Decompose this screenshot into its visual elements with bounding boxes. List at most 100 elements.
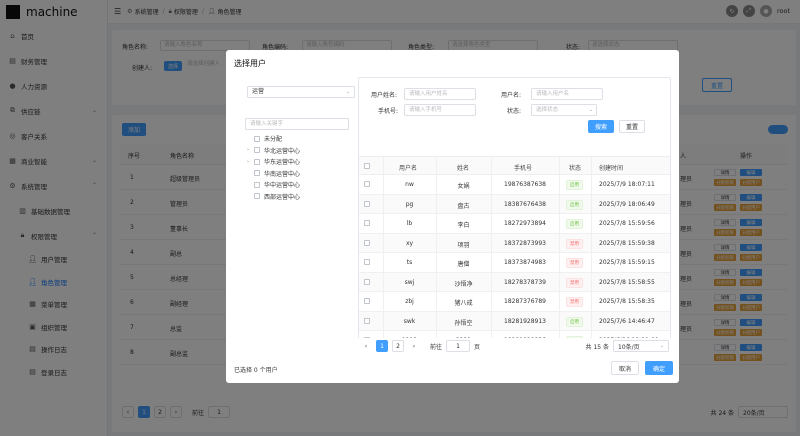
status-select[interactable]: 选择状态 ⌄ <box>531 104 597 116</box>
user-row[interactable]: nw 女娲 19876387638 启用 2025/7/9 18:07:11 <box>359 175 670 195</box>
user-row[interactable]: lb 李白 18272973894 启用 2025/7/8 15:59:56 <box>359 214 670 234</box>
row-checkbox[interactable] <box>364 298 370 304</box>
row-name: 唐僧 <box>457 261 470 268</box>
tree-node-label: 华南运营中心 <box>264 170 301 178</box>
row-checkbox[interactable] <box>364 278 370 285</box>
tree-checkbox[interactable] <box>254 135 260 142</box>
search-button[interactable]: 搜索 <box>588 120 614 133</box>
select-all-checkbox[interactable] <box>364 163 370 169</box>
status-placeholder: 选择状态 <box>536 107 559 113</box>
col-name: 姓名 <box>457 165 470 172</box>
confirm-button[interactable]: 确定 <box>645 361 673 375</box>
user-name-input[interactable]: 请输入用户姓名 <box>404 88 476 100</box>
page-size-select[interactable]: 10条/页 ⌄ <box>613 340 669 352</box>
row-username: lb <box>406 220 413 227</box>
tree-checkbox[interactable] <box>254 158 260 165</box>
user-row[interactable]: swk 孙悟空 18281928913 启用 2025/7/6 14:46:47 <box>359 311 670 331</box>
tree-node[interactable]: › 华北运营中心 <box>247 146 300 155</box>
row-checkbox[interactable] <box>364 181 370 187</box>
select-user-dialog: 选择用户 运营 ⌄ 请输入关键字 未分配 › 华北运营中心 › 华东运营中心 华南运营中心… <box>226 50 679 383</box>
row-checkbox[interactable] <box>364 200 370 207</box>
status-label: 状态: <box>507 108 522 115</box>
user-row[interactable]: xy 项羽 18372873993 禁用 2025/7/8 15:59:38 <box>359 233 670 253</box>
org-tree-panel: 运营 ⌄ 请输入关键字 未分配 › 华北运营中心 › 华东运营中心 华南运营中心 华中运营中… <box>234 77 355 347</box>
row-phone: 18387676438 <box>504 200 546 208</box>
tree-node[interactable]: › 华东运营中心 <box>247 157 300 166</box>
row-phone: 18372873993 <box>504 239 546 247</box>
username-label: 用户名: <box>501 92 522 99</box>
row-name: 猪八戒 <box>454 300 473 307</box>
row-username: ts <box>406 259 413 266</box>
row-created-time: 2025/7/8 15:58:55 <box>599 278 655 286</box>
reset-button[interactable]: 重置 <box>619 120 645 133</box>
row-created-time: 2025/7/8 15:59:56 <box>599 220 655 227</box>
tree-node-label: 华东运营中心 <box>264 159 301 166</box>
col-created: 创建时间 <box>599 165 624 172</box>
status-badge: 启用 <box>566 316 583 327</box>
phone-label: 手机号: <box>378 108 399 115</box>
user-row[interactable]: swj 沙悟净 18278378739 禁用 2025/7/8 15:58:55 <box>359 272 670 292</box>
tree-node-label: 华中运营中心 <box>264 182 301 189</box>
row-checkbox[interactable] <box>364 220 370 226</box>
page-1[interactable]: 1 <box>376 340 388 352</box>
status-badge: 启用 <box>566 199 583 210</box>
tree-node-label: 未分配 <box>264 136 283 143</box>
row-phone: 19876387638 <box>504 181 546 188</box>
col-phone: 手机号 <box>514 165 533 172</box>
status-badge: 禁用 <box>566 258 583 268</box>
total-count: 共 15 条 <box>585 343 609 351</box>
cancel-button[interactable]: 取消 <box>611 361 639 375</box>
page-unit-label: 页 <box>474 343 481 351</box>
row-username: nw <box>405 181 414 188</box>
tree-node-label: 西部运营中心 <box>264 193 301 201</box>
tree-checkbox[interactable] <box>254 147 260 153</box>
tree-node[interactable]: 西部运营中心 <box>247 192 300 201</box>
tree-node[interactable]: 未分配 <box>247 134 282 143</box>
chevron-down-icon: ⌄ <box>659 343 664 349</box>
row-username: swk <box>403 317 416 325</box>
row-name: 项羽 <box>457 241 470 249</box>
row-username: pg <box>405 200 414 208</box>
col-username: 用户名 <box>399 165 418 172</box>
user-name-label: 用户姓名: <box>371 92 398 99</box>
prev-page-icon[interactable]: ‹ <box>360 340 372 352</box>
page-size-value: 10条/页 <box>618 343 640 351</box>
row-name: 孙悟空 <box>454 319 473 327</box>
page-2[interactable]: 2 <box>392 340 404 352</box>
goto-label: 前往 <box>430 343 443 351</box>
row-phone: 18272973894 <box>504 220 546 227</box>
chevron-right-icon[interactable]: › <box>247 159 254 165</box>
row-created-time: 2025/7/9 18:07:11 <box>599 181 655 188</box>
tree-search-input[interactable]: 请输入关键字 <box>245 118 349 130</box>
status-badge: 禁用 <box>566 297 583 307</box>
org-select[interactable]: 运营 ⌄ <box>247 86 355 98</box>
chevron-down-icon: ⌄ <box>345 89 350 95</box>
row-created-time: 2025/7/8 15:59:38 <box>599 239 655 247</box>
goto-page-input[interactable]: 1 <box>446 340 471 352</box>
status-badge: 禁用 <box>566 238 583 249</box>
tree-checkbox[interactable] <box>254 181 260 188</box>
row-username: zbj <box>405 298 414 305</box>
user-panel: 用户姓名: 请输入用户姓名 用户名: 请输入用户名 手机号: 请输入手机号 状态… <box>358 77 671 351</box>
user-row[interactable]: pg 盘古 18387676438 启用 2025/7/9 18:06:49 <box>359 194 670 214</box>
row-checkbox[interactable] <box>364 317 370 324</box>
row-created-time: 2025/7/8 15:58:35 <box>599 298 655 305</box>
user-row[interactable]: zbj 猪八戒 18287376789 禁用 2025/7/8 15:58:35 <box>359 292 670 312</box>
chevron-right-icon[interactable]: › <box>247 147 254 153</box>
dialog-title: 选择用户 <box>234 59 266 68</box>
user-row[interactable]: ts 唐僧 18373874983 禁用 2025/7/8 15:59:15 <box>359 253 670 273</box>
row-checkbox[interactable] <box>364 259 370 265</box>
tree-checkbox[interactable] <box>254 193 260 199</box>
user-table-header: 用户名 姓名 手机号 状态 创建时间 <box>359 156 670 175</box>
username-input[interactable]: 请输入用户名 <box>531 88 603 100</box>
user-pagination: ‹ 1 2 › 前往 1 页 共 15 条 10条/页 ⌄ <box>358 338 671 354</box>
row-checkbox[interactable] <box>364 239 370 246</box>
col-status: 状态 <box>569 165 582 172</box>
tree-node[interactable]: 华南运营中心 <box>247 169 300 178</box>
tree-node[interactable]: 华中运营中心 <box>247 180 300 189</box>
tree-checkbox[interactable] <box>254 170 260 176</box>
next-page-icon[interactable]: › <box>408 340 420 352</box>
row-name: 李白 <box>457 222 470 229</box>
row-name: 女娲 <box>457 183 470 190</box>
phone-input[interactable]: 请输入手机号 <box>404 104 476 116</box>
